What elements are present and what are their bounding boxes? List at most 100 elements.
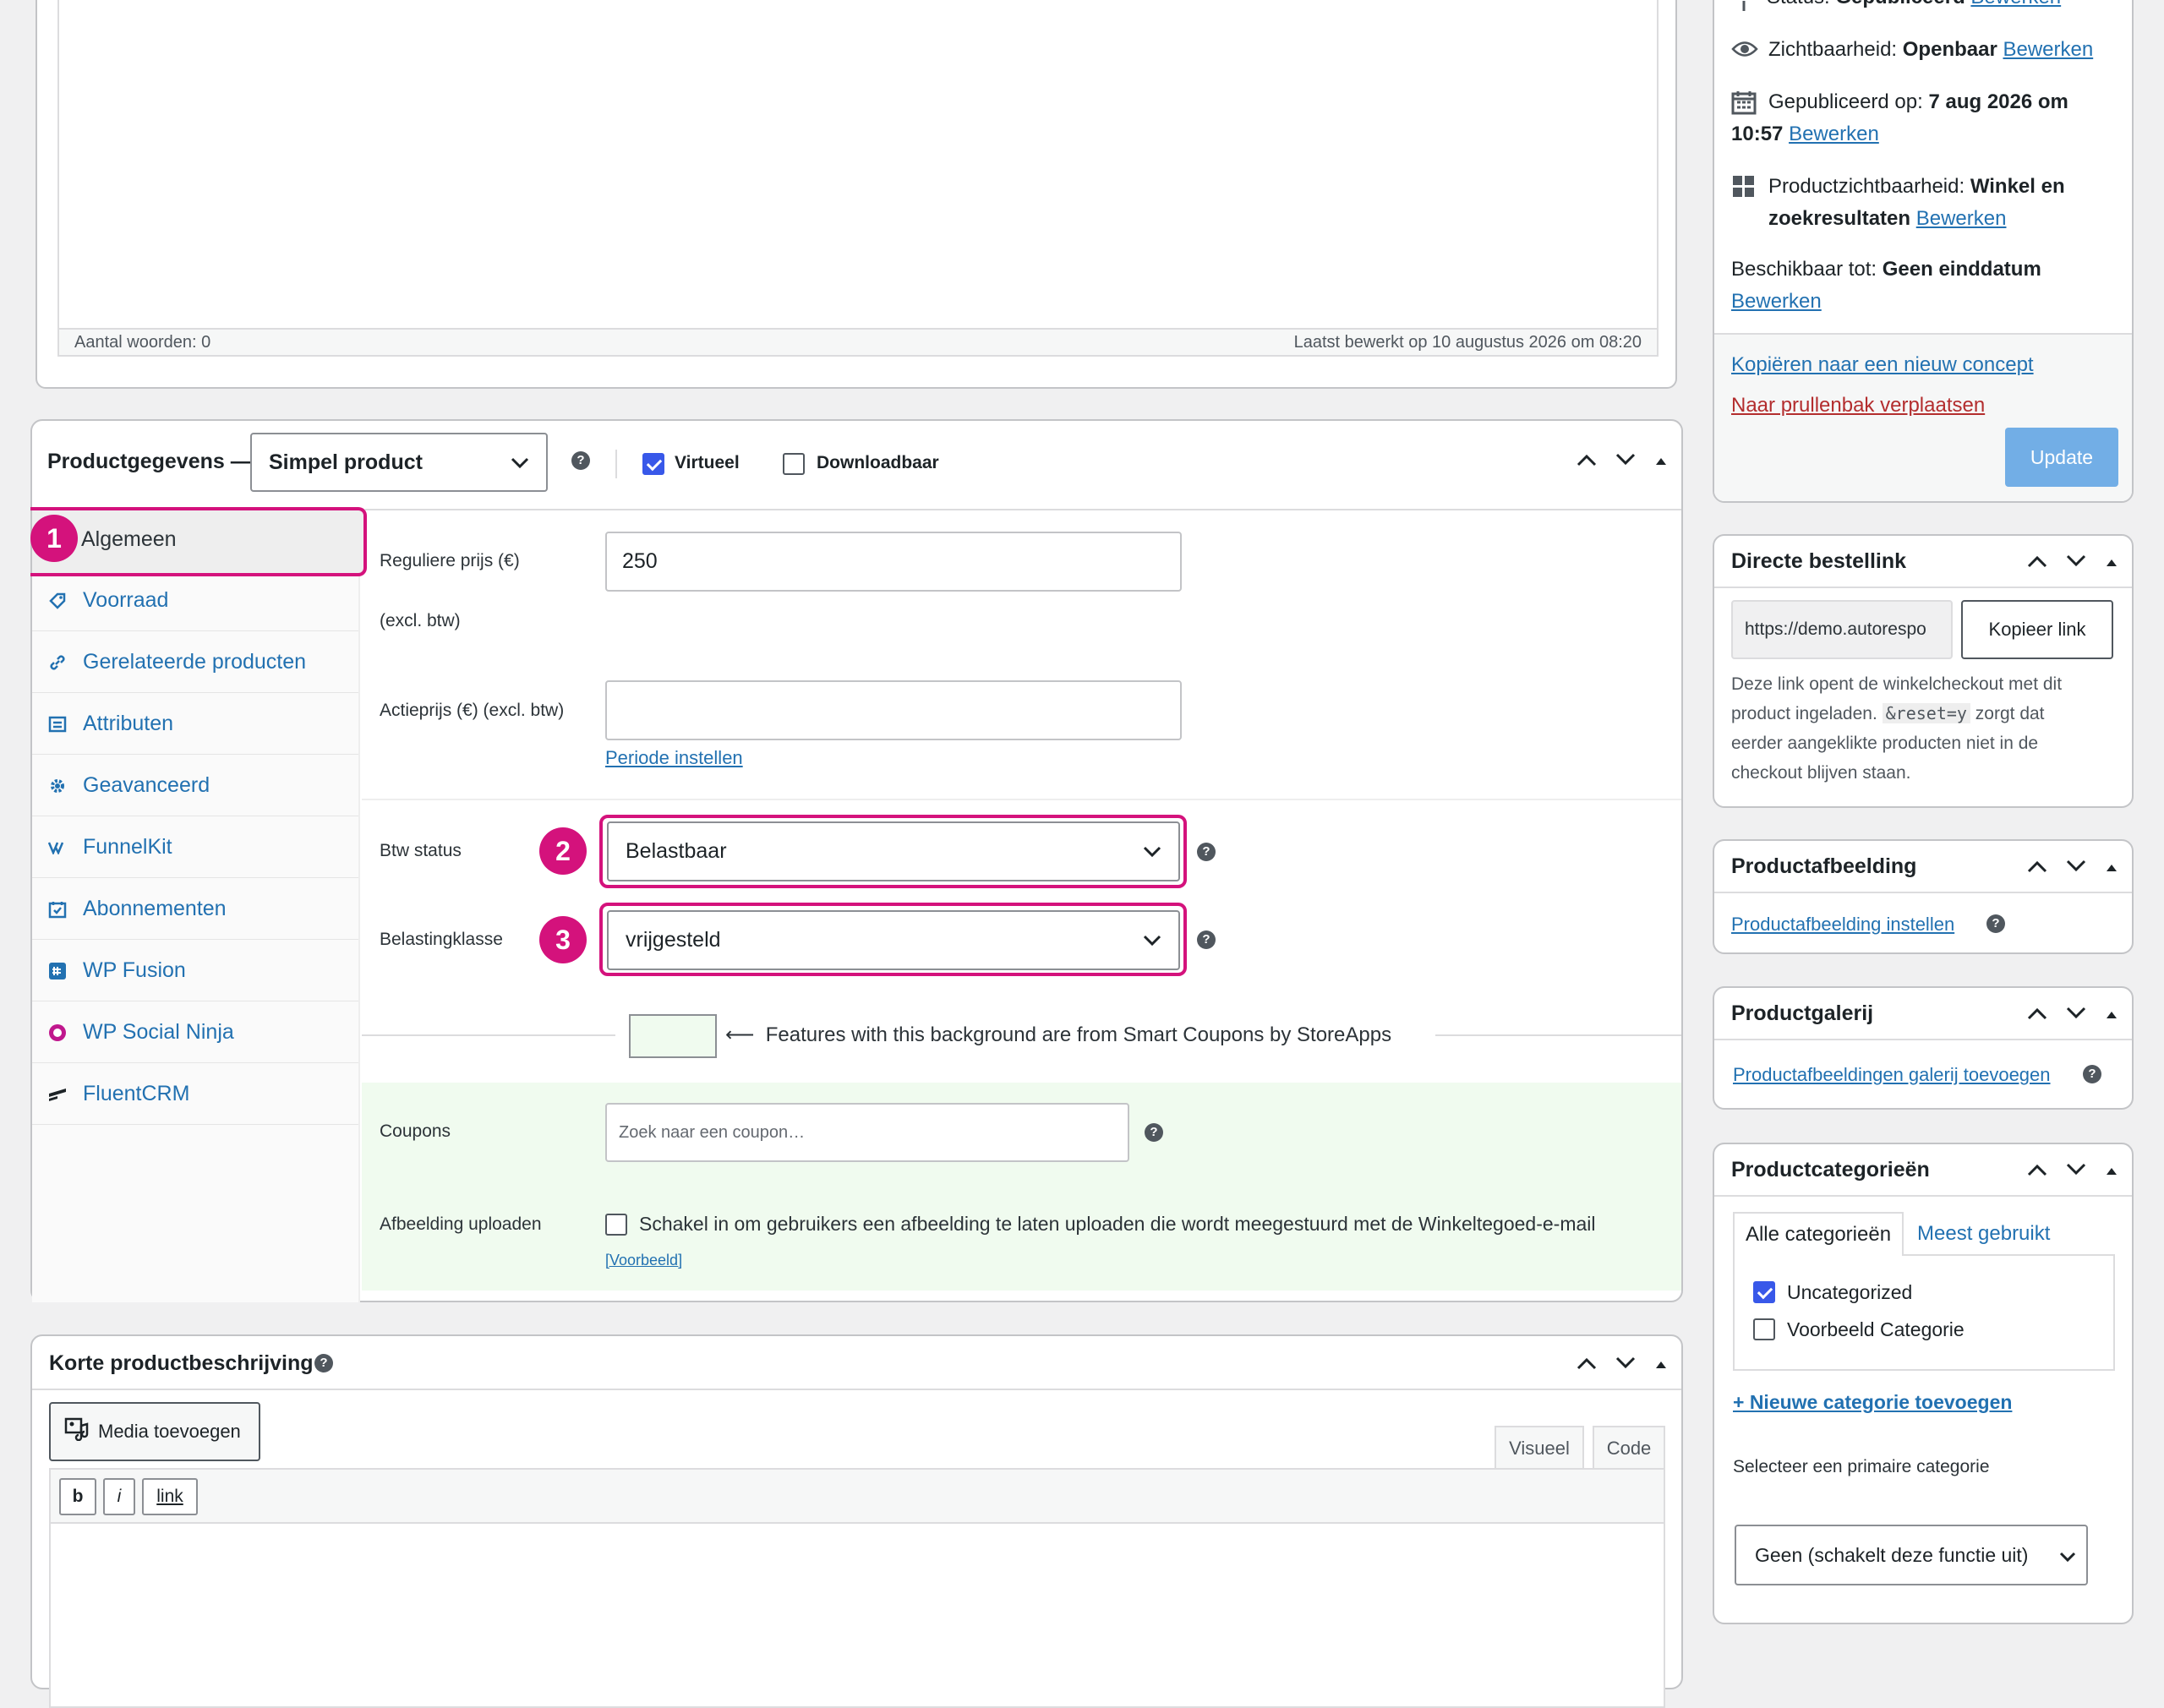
category-uncategorized-checkbox[interactable] bbox=[1753, 1281, 1775, 1303]
editor-area[interactable] bbox=[57, 0, 1659, 330]
move-down-icon[interactable] bbox=[1615, 1356, 1636, 1374]
coupons-search-input[interactable]: Zoek naar een coupon… bbox=[605, 1103, 1129, 1162]
catalog-row: Productzichtbaarheid: Winkel en zoekresu… bbox=[1768, 171, 2123, 235]
move-down-icon[interactable] bbox=[2066, 859, 2086, 877]
toggle-panel-icon[interactable] bbox=[2105, 1165, 2118, 1180]
category-uncategorized-label: Uncategorized bbox=[1787, 1281, 1913, 1303]
tab-subscriptions-label: Abonnementen bbox=[83, 897, 227, 920]
available-edit-link[interactable]: Bewerken bbox=[1731, 290, 1822, 313]
move-down-icon[interactable] bbox=[2066, 1163, 2086, 1181]
regular-price-input[interactable]: 250 bbox=[605, 532, 1182, 592]
move-to-trash-link[interactable]: Naar prullenbak verplaatsen bbox=[1731, 394, 1985, 417]
available-value: Geen einddatum bbox=[1882, 258, 2041, 281]
move-down-icon[interactable] bbox=[2066, 554, 2086, 572]
product-image-title: Productafbeelding bbox=[1731, 854, 1917, 878]
product-image-box: Productafbeelding Productafbeelding inst… bbox=[1713, 839, 2134, 954]
move-up-icon[interactable] bbox=[2027, 1163, 2047, 1181]
category-example-checkbox[interactable] bbox=[1753, 1318, 1775, 1340]
move-up-icon[interactable] bbox=[2027, 1007, 2047, 1024]
copy-to-draft-link[interactable]: Kopiëren naar een nieuw concept bbox=[1731, 353, 2034, 377]
direct-link-url-input[interactable]: https://demo.autorespo bbox=[1731, 600, 1953, 659]
published-value-2: 10:57 bbox=[1731, 123, 1784, 145]
help-icon[interactable]: ? bbox=[571, 451, 590, 470]
available-label: Beschikbaar tot: bbox=[1731, 258, 1883, 281]
bold-button[interactable]: b bbox=[59, 1478, 96, 1515]
tab-subscriptions[interactable]: Abonnementen bbox=[32, 879, 358, 940]
move-up-icon[interactable] bbox=[1577, 453, 1597, 471]
published-edit-link[interactable]: Bewerken bbox=[1789, 123, 1879, 145]
help-icon[interactable]: ? bbox=[2083, 1065, 2101, 1083]
tab-advanced-label: Geavanceerd bbox=[83, 773, 210, 797]
help-icon[interactable]: ? bbox=[1145, 1123, 1163, 1142]
help-icon[interactable]: ? bbox=[314, 1354, 333, 1372]
tab-advanced[interactable]: Geavanceerd bbox=[32, 756, 358, 816]
content-editor-box: Aantal woorden: 0 Laatst bewerkt op 10 a… bbox=[36, 0, 1677, 389]
virtual-checkbox[interactable] bbox=[642, 453, 664, 475]
help-icon[interactable]: ? bbox=[1986, 914, 2005, 933]
copy-link-label: Kopieer link bbox=[1988, 619, 2086, 640]
downloadable-checkbox[interactable] bbox=[783, 453, 805, 475]
toggle-panel-icon[interactable] bbox=[2105, 556, 2118, 571]
visibility-row: Zichtbaarheid: Openbaar Bewerken bbox=[1768, 34, 2123, 66]
direct-link-code: &reset=y bbox=[1882, 703, 1970, 723]
direct-link-box: Directe bestellink https://demo.autoresp… bbox=[1713, 534, 2134, 808]
available-row: Beschikbaar tot: Geen einddatum Bewerken bbox=[1731, 254, 2120, 318]
publish-box: Status: Gepubliceerd Bewerken Zichtbaarh… bbox=[1713, 0, 2134, 503]
help-icon[interactable]: ? bbox=[1197, 843, 1216, 861]
tab-wp-fusion-label: WP Fusion bbox=[83, 958, 186, 982]
link-button[interactable]: link bbox=[142, 1478, 198, 1515]
tab-attributes[interactable]: Attributen bbox=[32, 694, 358, 755]
move-up-icon[interactable] bbox=[2027, 554, 2047, 572]
catalog-edit-link[interactable]: Bewerken bbox=[1916, 207, 2007, 230]
list-icon bbox=[47, 714, 68, 734]
move-down-icon[interactable] bbox=[1615, 453, 1636, 471]
publish-actions: Kopiëren naar een nieuw concept Naar pru… bbox=[1714, 333, 2132, 501]
schedule-link[interactable]: Periode instellen bbox=[605, 747, 743, 769]
short-description-textarea[interactable] bbox=[49, 1522, 1665, 1708]
set-product-image-link[interactable]: Productafbeelding instellen bbox=[1731, 914, 1954, 936]
add-media-button[interactable]: Media toevoegen bbox=[49, 1402, 260, 1461]
media-icon bbox=[64, 1417, 90, 1446]
tab-code[interactable]: Code bbox=[1593, 1426, 1665, 1470]
direct-link-title: Directe bestellink bbox=[1731, 549, 1907, 573]
add-media-label: Media toevoegen bbox=[98, 1421, 241, 1442]
tab-wp-social-ninja[interactable]: WP Social Ninja bbox=[32, 1002, 358, 1063]
tab-fluentcrm[interactable]: FluentCRM bbox=[32, 1064, 358, 1125]
move-down-icon[interactable] bbox=[2066, 1007, 2086, 1024]
tab-popular-categories[interactable]: Meest gebruikt bbox=[1917, 1222, 2050, 1246]
help-icon[interactable]: ? bbox=[1197, 930, 1216, 949]
short-description-box: Korte productbeschrijving ? Media toevoe… bbox=[30, 1334, 1683, 1708]
toggle-panel-icon[interactable] bbox=[2105, 861, 2118, 876]
move-up-icon[interactable] bbox=[2027, 859, 2047, 877]
highlight-tab-general bbox=[30, 507, 367, 576]
toggle-panel-icon[interactable] bbox=[1654, 1358, 1668, 1373]
add-category-link[interactable]: + Nieuwe categorie toevoegen bbox=[1733, 1391, 2012, 1414]
add-gallery-link[interactable]: Productafbeeldingen galerij toevoegen bbox=[1733, 1064, 2051, 1086]
sale-price-input[interactable] bbox=[605, 680, 1182, 740]
published-row: Gepubliceerd op: 7 aug 2026 om bbox=[1768, 86, 2123, 118]
toggle-panel-icon[interactable] bbox=[2105, 1008, 2118, 1023]
smart-coupons-note: ⟵ Features with this background are from… bbox=[725, 1023, 1392, 1046]
pin-icon bbox=[1733, 0, 1755, 15]
tab-visual[interactable]: Visueel bbox=[1495, 1426, 1584, 1470]
upload-example-link[interactable]: [Voorbeeld] bbox=[605, 1252, 682, 1269]
upload-checkbox[interactable] bbox=[605, 1214, 627, 1236]
toggle-panel-icon[interactable] bbox=[1654, 455, 1668, 470]
tab-wp-fusion[interactable]: WP Fusion bbox=[32, 941, 358, 1001]
chevron-down-icon bbox=[2059, 1544, 2076, 1567]
sale-price-label: Actieprijs (€) (excl. btw) bbox=[380, 701, 565, 720]
product-type-select[interactable]: Simpel product bbox=[250, 433, 548, 492]
tab-linked-products[interactable]: Gerelateerde producten bbox=[32, 632, 358, 693]
primary-category-select[interactable]: Geen (schakelt deze functie uit) bbox=[1735, 1525, 2088, 1585]
move-up-icon[interactable] bbox=[1577, 1356, 1597, 1374]
tab-all-categories[interactable]: Alle categorieën bbox=[1733, 1212, 1904, 1256]
status-row: Status: Gepubliceerd Bewerken bbox=[1767, 0, 2122, 8]
update-button[interactable]: Update bbox=[2005, 428, 2118, 487]
status-edit-link[interactable]: Bewerken bbox=[1970, 0, 2061, 8]
copy-link-button[interactable]: Kopieer link bbox=[1961, 600, 2113, 659]
italic-button[interactable]: i bbox=[103, 1478, 135, 1515]
grid-icon bbox=[1733, 176, 1755, 202]
visibility-edit-link[interactable]: Bewerken bbox=[2003, 38, 2093, 61]
tab-funnelkit[interactable]: FunnelKit bbox=[32, 817, 358, 878]
tab-inventory[interactable]: Voorraad bbox=[32, 570, 358, 631]
